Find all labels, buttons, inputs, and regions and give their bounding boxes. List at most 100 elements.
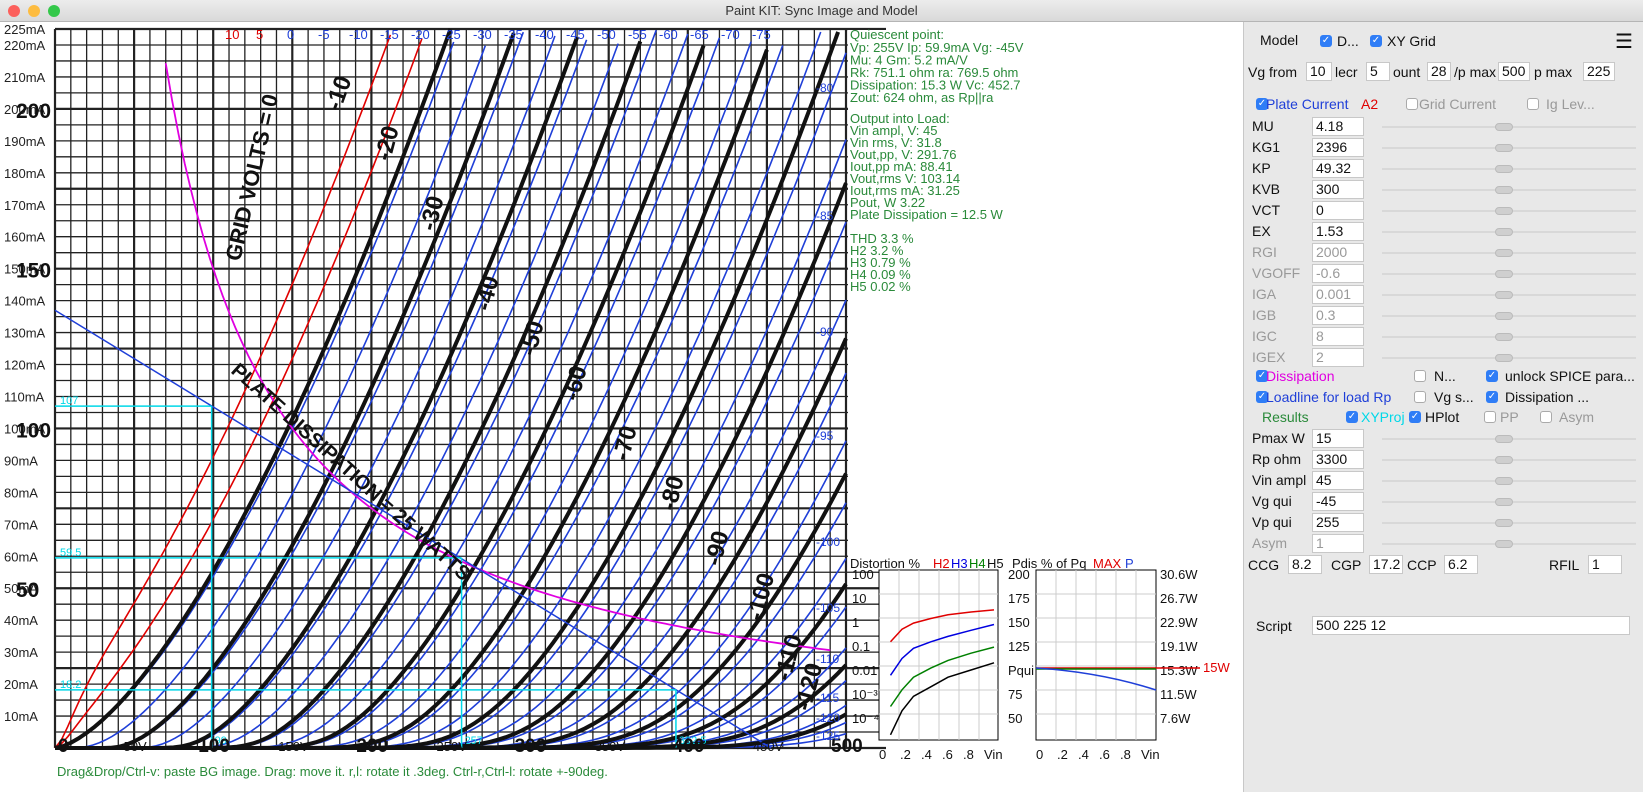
result-param-field[interactable]: 255 <box>1312 513 1364 532</box>
xyproj-checkbox[interactable]: ✓ <box>1346 411 1358 423</box>
param-slider[interactable] <box>1374 243 1643 262</box>
maximize-button[interactable] <box>48 5 60 17</box>
param-slider[interactable] <box>1374 159 1643 178</box>
asym-checkbox[interactable] <box>1540 411 1552 423</box>
ig-checkbox[interactable] <box>1527 98 1539 110</box>
vpmax-field[interactable]: 500 <box>1498 62 1530 81</box>
slider-knob[interactable] <box>1495 354 1513 362</box>
slider-knob[interactable] <box>1495 456 1513 464</box>
slider-knob[interactable] <box>1495 186 1513 194</box>
hplot-checkbox[interactable]: ✓ <box>1409 411 1421 423</box>
count-field[interactable]: 28 <box>1427 62 1451 81</box>
slider-knob[interactable] <box>1495 207 1513 215</box>
param-row: EX 1.53 <box>1244 221 1643 242</box>
results-label[interactable]: Results <box>1262 409 1309 425</box>
param-field[interactable]: 1.53 <box>1312 222 1364 241</box>
result-param-slider[interactable] <box>1374 513 1643 532</box>
y-axis-label: 90mA <box>4 453 38 468</box>
slider-knob[interactable] <box>1495 312 1513 320</box>
param-slider[interactable] <box>1374 138 1643 157</box>
param-slider[interactable] <box>1374 306 1643 325</box>
unlock-checkbox[interactable]: ✓ <box>1486 370 1498 382</box>
param-slider[interactable] <box>1374 285 1643 304</box>
slider-knob[interactable] <box>1495 333 1513 341</box>
ccg-field[interactable]: 8.2 <box>1288 555 1322 574</box>
slider-knob[interactable] <box>1495 291 1513 299</box>
param-field[interactable]: 49.32 <box>1312 159 1364 178</box>
grid-voltage-label: -95 <box>816 429 834 443</box>
menu-icon[interactable]: ☰ <box>1615 29 1633 54</box>
result-param-field[interactable]: 45 <box>1312 471 1364 490</box>
param-slider[interactable] <box>1374 222 1643 241</box>
param-row: KG1 2396 <box>1244 137 1643 158</box>
pp-checkbox[interactable] <box>1484 411 1496 423</box>
param-field[interactable]: 8 <box>1312 327 1364 346</box>
slider-knob[interactable] <box>1495 435 1513 443</box>
grid-current-checkbox[interactable] <box>1406 98 1418 110</box>
result-param-field[interactable]: -45 <box>1312 492 1364 511</box>
result-param-slider[interactable] <box>1374 534 1643 553</box>
close-button[interactable] <box>8 5 20 17</box>
param-field[interactable]: 4.18 <box>1312 117 1364 136</box>
xy-grid-checkbox[interactable]: ✓ <box>1370 35 1382 47</box>
param-field[interactable]: -0.6 <box>1312 264 1364 283</box>
plot-canvas[interactable]: 10759.518.299 257 392.5225mA220mA210mA200m… <box>0 22 1243 762</box>
param-slider[interactable] <box>1374 348 1643 367</box>
ipmax-field[interactable]: 225 <box>1583 62 1615 81</box>
slider-knob[interactable] <box>1495 540 1513 548</box>
slider-knob[interactable] <box>1495 249 1513 257</box>
distortion-x-label: .6 <box>942 747 953 762</box>
n-checkbox[interactable] <box>1414 370 1426 382</box>
slider-knob[interactable] <box>1495 144 1513 152</box>
param-slider[interactable] <box>1374 264 1643 283</box>
pdis-y-label: 175 <box>1008 591 1030 606</box>
param-slider[interactable] <box>1374 327 1643 346</box>
distortion-x-label: 0 <box>879 747 886 762</box>
grid-voltage-label: -55 <box>628 27 647 42</box>
param-field[interactable]: 2396 <box>1312 138 1364 157</box>
vgs-checkbox[interactable] <box>1414 391 1426 403</box>
distortion-y-label: 1 <box>852 615 859 630</box>
slider-knob[interactable] <box>1495 165 1513 173</box>
param-field[interactable]: 0.3 <box>1312 306 1364 325</box>
distortion-y-label: 10⁻³ <box>852 687 878 702</box>
y-axis-label: 190mA <box>4 134 46 149</box>
vg-from-field[interactable]: 10 <box>1306 62 1332 81</box>
script-field[interactable]: 500 225 12 <box>1312 616 1630 635</box>
param-slider[interactable] <box>1374 201 1643 220</box>
result-param-slider[interactable] <box>1374 471 1643 490</box>
cgp-field[interactable]: 17.2 <box>1369 555 1403 574</box>
slider-knob[interactable] <box>1495 228 1513 236</box>
param-field[interactable]: 2 <box>1312 348 1364 367</box>
slider-knob[interactable] <box>1495 498 1513 506</box>
d-checkbox[interactable]: ✓ <box>1320 35 1332 47</box>
param-field[interactable]: 2000 <box>1312 243 1364 262</box>
result-param-field[interactable]: 1 <box>1312 534 1364 553</box>
decr-field[interactable]: 5 <box>1366 62 1390 81</box>
result-param-field[interactable]: 3300 <box>1312 450 1364 469</box>
bg-y-label: 150 <box>16 260 51 283</box>
quiescent-line: Zout: 624 ohm, as Rp||ra <box>850 90 994 105</box>
slider-knob[interactable] <box>1495 270 1513 278</box>
asym-toggle-label: Asym <box>1559 409 1594 425</box>
result-param-slider[interactable] <box>1374 492 1643 511</box>
graph-area[interactable]: 107 59.5 18.2 99 257 392.5 225mA 220mA 210mA 200m… <box>0 22 1243 792</box>
slider-knob[interactable] <box>1495 477 1513 485</box>
param-row: VGOFF -0.6 <box>1244 263 1643 284</box>
minimize-button[interactable] <box>28 5 40 17</box>
rfil-field[interactable]: 1 <box>1588 555 1622 574</box>
param-field[interactable]: 0.001 <box>1312 285 1364 304</box>
param-label: KG1 <box>1252 139 1281 155</box>
result-param-slider[interactable] <box>1374 429 1643 448</box>
slider-knob[interactable] <box>1495 123 1513 131</box>
param-slider[interactable] <box>1374 117 1643 136</box>
result-param-slider[interactable] <box>1374 450 1643 469</box>
param-field[interactable]: 0 <box>1312 201 1364 220</box>
slider-knob[interactable] <box>1495 519 1513 527</box>
ccp-field[interactable]: 6.2 <box>1444 555 1478 574</box>
dissipation-label: Dissipation <box>1266 368 1335 384</box>
param-slider[interactable] <box>1374 180 1643 199</box>
result-param-field[interactable]: 15 <box>1312 429 1364 448</box>
param-field[interactable]: 300 <box>1312 180 1364 199</box>
dissipation2-checkbox[interactable]: ✓ <box>1486 391 1498 403</box>
